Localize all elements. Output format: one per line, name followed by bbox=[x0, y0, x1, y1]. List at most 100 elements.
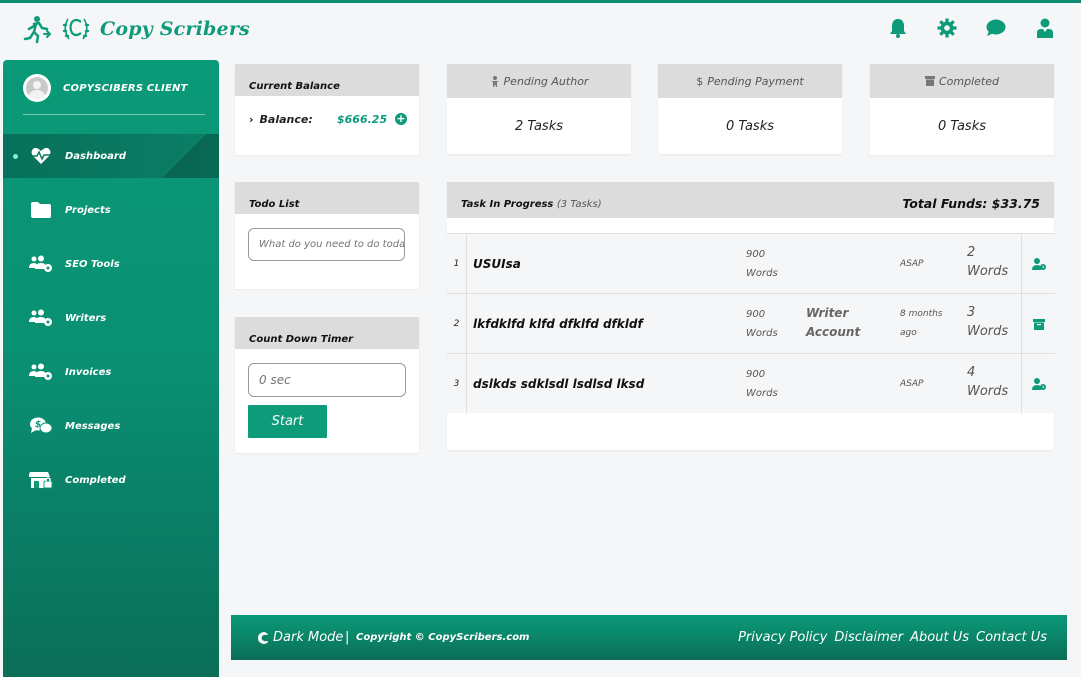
copyright-text: Copyright © CopyScribers.com bbox=[356, 632, 530, 643]
sidebar-item-label: Invoices bbox=[65, 366, 112, 378]
sidebar-item-writers[interactable]: Writers bbox=[3, 296, 219, 340]
card-header: Completed bbox=[870, 64, 1054, 98]
card-header: Todo List bbox=[235, 182, 419, 214]
footer-separator: | bbox=[345, 630, 350, 645]
bell-icon[interactable] bbox=[888, 17, 908, 39]
task-title[interactable]: dslkds sdklsdl lsdlsd lksd bbox=[473, 354, 644, 414]
card-header: Current Balance bbox=[235, 64, 419, 96]
todo-input[interactable] bbox=[248, 228, 405, 261]
sidebar-item-label: Projects bbox=[65, 204, 111, 216]
box-icon bbox=[925, 76, 935, 86]
top-header: Copy Scribers bbox=[0, 3, 1081, 57]
balance-card: Current Balance › Balance: $666.25 + bbox=[235, 64, 419, 155]
balance-row: › Balance: $666.25 + bbox=[249, 113, 409, 126]
sidebar-item-completed[interactable]: Completed bbox=[3, 458, 219, 502]
card-header: Task In Progress (3 Tasks) Total Funds: … bbox=[447, 182, 1054, 218]
sidebar-item-seo-tools[interactable]: SEO Tools bbox=[3, 242, 219, 286]
stat-value: 2 Tasks bbox=[514, 118, 564, 134]
task-words: 900 Words bbox=[746, 369, 778, 399]
dark-mode-label: Dark Mode bbox=[273, 630, 344, 645]
add-funds-icon[interactable]: + bbox=[395, 113, 407, 125]
client-name: COPYSCIBERS CLIENT bbox=[63, 82, 188, 94]
total-funds: Total Funds: $33.75 bbox=[902, 196, 1040, 211]
row-index: 2 bbox=[447, 294, 467, 354]
task-words: 900 Words bbox=[746, 249, 778, 279]
active-dot bbox=[13, 153, 18, 159]
task-writer[interactable]: Writer Account bbox=[806, 304, 876, 342]
stat-card-pending-payment[interactable]: $ Pending Payment 0 Tasks bbox=[658, 64, 842, 154]
sidebar-item-label: Completed bbox=[65, 474, 126, 486]
user-clock-icon[interactable] bbox=[1021, 234, 1055, 294]
sidebar-item-dashboard[interactable]: Dashboard bbox=[3, 134, 219, 178]
disclaimer-link[interactable]: Disclaimer bbox=[834, 630, 903, 645]
svg-text:$: $ bbox=[35, 420, 41, 430]
todo-title: Todo List bbox=[249, 199, 300, 210]
dark-mode-toggle[interactable]: Dark Mode bbox=[257, 615, 343, 660]
user-clock-icon[interactable] bbox=[1021, 354, 1055, 414]
running-man-icon bbox=[22, 14, 52, 44]
brand-logo[interactable]: Copy Scribers bbox=[22, 13, 250, 45]
sidebar-item-label: Writers bbox=[65, 312, 107, 324]
table-row[interactable]: 2 lkfdklfd klfd dfklfd dfkldf 900 Words W… bbox=[447, 293, 1055, 354]
task-word-count: 2 Words bbox=[967, 245, 1009, 279]
task-title[interactable]: lkfdklfd klfd dfklfd dfkldf bbox=[473, 294, 643, 354]
sidebar-item-invoices[interactable]: Invoices bbox=[3, 350, 219, 394]
sidebar-item-projects[interactable]: Projects bbox=[3, 188, 219, 232]
avatar bbox=[23, 74, 51, 102]
stat-card-completed[interactable]: Completed 0 Tasks bbox=[870, 64, 1054, 155]
task-deadline: ASAP bbox=[900, 258, 924, 269]
users-gear-icon bbox=[29, 254, 53, 274]
chevron-right-icon: › bbox=[249, 113, 254, 126]
sidebar-item-label: SEO Tools bbox=[65, 258, 120, 270]
task-title[interactable]: USUIsa bbox=[473, 234, 521, 294]
tasks-count: (3 Tasks) bbox=[556, 199, 602, 210]
todo-card: Todo List bbox=[235, 182, 419, 289]
folder-icon bbox=[29, 200, 53, 220]
sidebar: COPYSCIBERS CLIENT Dashboard Projects SE… bbox=[3, 60, 219, 677]
timer-input[interactable] bbox=[248, 363, 406, 397]
sidebar-item-label: Messages bbox=[65, 420, 121, 432]
stat-title: Pending Author bbox=[503, 74, 589, 88]
task-word-count: 4 Words bbox=[967, 365, 1009, 399]
stat-title: Pending Payment bbox=[707, 74, 804, 88]
chat-icon[interactable] bbox=[986, 17, 1006, 39]
table-row[interactable]: 3 dslkds sdklsdl lsdlsd lksd 900 Words AS… bbox=[447, 353, 1055, 414]
row-index: 1 bbox=[447, 234, 467, 294]
stat-card-pending-author[interactable]: Pending Author 2 Tasks bbox=[447, 64, 631, 154]
archive-icon[interactable] bbox=[1021, 294, 1055, 354]
dollar-icon: $ bbox=[696, 74, 704, 88]
gear-icon[interactable] bbox=[937, 17, 957, 39]
start-button[interactable]: Start bbox=[248, 405, 327, 438]
stat-title: Completed bbox=[939, 74, 999, 88]
about-us-link[interactable]: About Us bbox=[910, 630, 969, 645]
total-funds-value: $33.75 bbox=[991, 196, 1040, 211]
sidebar-item-messages[interactable]: $ Messages bbox=[3, 404, 219, 448]
card-header: $ Pending Payment bbox=[658, 64, 842, 98]
tasks-card: Task In Progress (3 Tasks) Total Funds: … bbox=[447, 182, 1055, 450]
balance-label: Balance: bbox=[259, 113, 313, 126]
users-gear-icon bbox=[29, 362, 53, 382]
tasks-title-text: Task In Progress bbox=[461, 199, 554, 210]
balance-amount: $666.25 bbox=[337, 113, 388, 126]
sidebar-divider bbox=[23, 114, 205, 115]
dollar-chat-icon: $ bbox=[29, 416, 53, 436]
sidebar-item-label: Dashboard bbox=[65, 150, 126, 162]
privacy-policy-link[interactable]: Privacy Policy bbox=[738, 630, 827, 645]
brand-name: Copy Scribers bbox=[100, 18, 250, 40]
balance-title: Current Balance bbox=[249, 81, 340, 92]
contact-us-link[interactable]: Contact Us bbox=[976, 630, 1047, 645]
task-word-count: 3 Words bbox=[967, 305, 1009, 339]
card-header: Count Down Timer bbox=[235, 317, 419, 349]
footer-links: Privacy Policy Disclaimer About Us Conta… bbox=[738, 630, 1047, 645]
moon-icon bbox=[258, 631, 268, 644]
timer-card: Count Down Timer Start bbox=[235, 317, 419, 453]
client-profile[interactable]: COPYSCIBERS CLIENT bbox=[23, 74, 188, 102]
table-row[interactable]: 1 USUIsa 900 Words ASAP 2 Words bbox=[447, 233, 1055, 294]
stat-value: 0 Tasks bbox=[725, 118, 775, 134]
card-header: Pending Author bbox=[447, 64, 631, 98]
author-icon bbox=[490, 75, 500, 87]
users-gear-icon bbox=[29, 308, 53, 328]
footer: Dark Mode | Copyright © CopyScribers.com… bbox=[231, 615, 1067, 660]
header-icon-bar bbox=[888, 17, 1055, 39]
user-icon[interactable] bbox=[1035, 17, 1055, 39]
